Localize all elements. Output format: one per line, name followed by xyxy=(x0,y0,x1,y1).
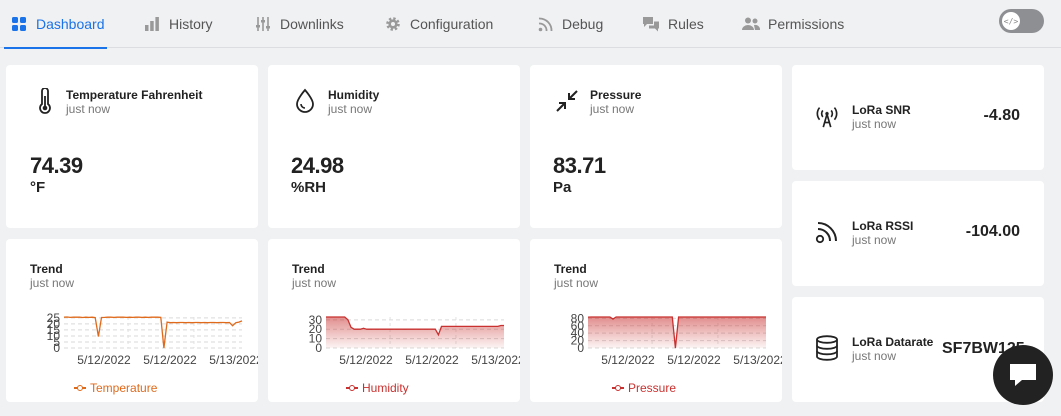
metric-value: -104.00 xyxy=(965,223,1020,240)
gear-icon xyxy=(384,15,402,33)
tab-label: Configuration xyxy=(410,16,494,32)
card-timestamp: just now xyxy=(852,117,897,131)
water-drop-icon xyxy=(292,88,318,114)
chat-button[interactable] xyxy=(993,345,1053,405)
thermometer-icon xyxy=(32,88,58,114)
tab-debug[interactable]: Debug xyxy=(536,0,603,48)
card-title: Temperature Fahrenheit xyxy=(66,88,203,102)
antenna-icon xyxy=(814,103,840,129)
humidity-trend-chart[interactable]: 30201005/12/2022 5/12/2022 5/13/2022 xyxy=(268,239,520,402)
legend-marker xyxy=(74,384,86,392)
series-area xyxy=(326,317,504,348)
chart-legend[interactable]: Pressure xyxy=(612,381,676,395)
people-icon xyxy=(742,15,760,33)
series-line xyxy=(63,316,243,349)
card-title: Pressure xyxy=(590,88,642,102)
temperature-trend-chart[interactable]: 25201510505/12/2022 5/12/2022 5/13/2022 xyxy=(6,239,258,402)
database-icon xyxy=(814,335,840,361)
legend-label: Temperature xyxy=(90,381,158,395)
view-toggle[interactable]: </> xyxy=(999,9,1044,33)
metric-unit: %RH xyxy=(291,179,327,196)
legend-label: Humidity xyxy=(362,381,409,395)
temperature-trend-card: Trend just now 25 20 15 10 5 0 5/12/2022 5/12/2… xyxy=(6,239,258,402)
y-tick-label: 0 xyxy=(577,341,584,355)
card-title: LoRa SNR xyxy=(852,103,911,117)
legend-label: Pressure xyxy=(628,381,677,395)
tab-label: Debug xyxy=(562,16,604,32)
x-tick-label: 5/12/2022 xyxy=(143,353,197,367)
rss-icon xyxy=(536,15,554,33)
x-tick-label: 5/13/2022 xyxy=(471,353,520,367)
card-timestamp: just now xyxy=(852,233,897,247)
x-tick-label: 5/12/2022 xyxy=(339,353,393,367)
tab-dashboard[interactable]: Dashboard xyxy=(4,0,106,49)
lora-snr-card: LoRa SNR just now -4.80 xyxy=(792,65,1044,170)
x-tick-label: 5/12/2022 xyxy=(601,353,655,367)
lora-rssi-card: LoRa RSSI just now -104.00 xyxy=(792,181,1044,286)
tab-downlinks[interactable]: Downlinks xyxy=(254,0,344,48)
chat-bubbles-icon xyxy=(642,15,660,33)
tab-rules[interactable]: Rules xyxy=(642,0,704,48)
sliders-icon xyxy=(254,15,272,33)
tab-label: History xyxy=(169,16,213,32)
tab-configuration[interactable]: Configuration xyxy=(384,0,493,48)
card-title: LoRa RSSI xyxy=(852,219,914,233)
humidity-card: Humidity just now 24.98 %RH xyxy=(268,65,520,228)
temperature-card: Temperature Fahrenheit just now 74.39 °F xyxy=(6,65,258,228)
card-timestamp: just now xyxy=(852,349,897,363)
pressure-card: Pressure just now 83.71 Pa xyxy=(530,65,782,228)
x-tick-label: 5/12/2022 xyxy=(405,353,459,367)
chart-legend[interactable]: Humidity xyxy=(346,381,409,395)
signal-icon xyxy=(814,219,840,245)
tab-permissions[interactable]: Permissions xyxy=(742,0,844,48)
card-timestamp: just now xyxy=(328,102,373,116)
tab-label: Permissions xyxy=(768,16,845,32)
code-icon: </> xyxy=(1002,12,1020,30)
card-timestamp: just now xyxy=(66,102,111,116)
bar-chart-icon xyxy=(143,15,161,33)
tab-label: Downlinks xyxy=(280,16,344,32)
pressure-trend-chart[interactable]: 8060402005/12/2022 5/12/2022 5/13/2022 xyxy=(530,239,782,402)
tab-label: Rules xyxy=(668,16,704,32)
card-title: LoRa Datarate xyxy=(852,335,934,349)
legend-marker xyxy=(612,384,624,392)
card-timestamp: just now xyxy=(590,102,635,116)
metric-unit: °F xyxy=(30,179,46,196)
tab-history[interactable]: History xyxy=(143,0,213,48)
dashboard-icon xyxy=(10,15,28,33)
metric-value: -4.80 xyxy=(983,107,1020,124)
x-tick-label: 5/12/2022 xyxy=(667,353,721,367)
y-tick-label: 0 xyxy=(315,341,322,355)
card-title: Humidity xyxy=(328,88,380,102)
metric-value: 74.39 xyxy=(30,153,83,178)
chat-icon xyxy=(1010,364,1036,386)
metric-value: 24.98 xyxy=(291,153,344,178)
top-nav: Dashboard History Downlinks Configuratio… xyxy=(0,0,1061,49)
y-tick-label: 0 xyxy=(53,341,60,355)
humidity-trend-card: Trend just now 30 20 10 0 5/12/2022 5/12/2022… xyxy=(268,239,520,402)
x-tick-label: 5/13/2022 xyxy=(209,353,258,367)
metric-value: 83.71 xyxy=(553,153,606,178)
metric-unit: Pa xyxy=(553,179,572,196)
compress-arrows-icon xyxy=(554,88,580,114)
tab-label: Dashboard xyxy=(36,16,105,32)
pressure-trend-card: Trend just now 80 60 40 20 0 5/12/2022 5/12/20… xyxy=(530,239,782,402)
x-tick-label: 5/13/2022 xyxy=(733,353,782,367)
legend-marker xyxy=(346,384,358,392)
chart-legend[interactable]: Temperature xyxy=(74,381,157,395)
x-tick-label: 5/12/2022 xyxy=(77,353,131,367)
